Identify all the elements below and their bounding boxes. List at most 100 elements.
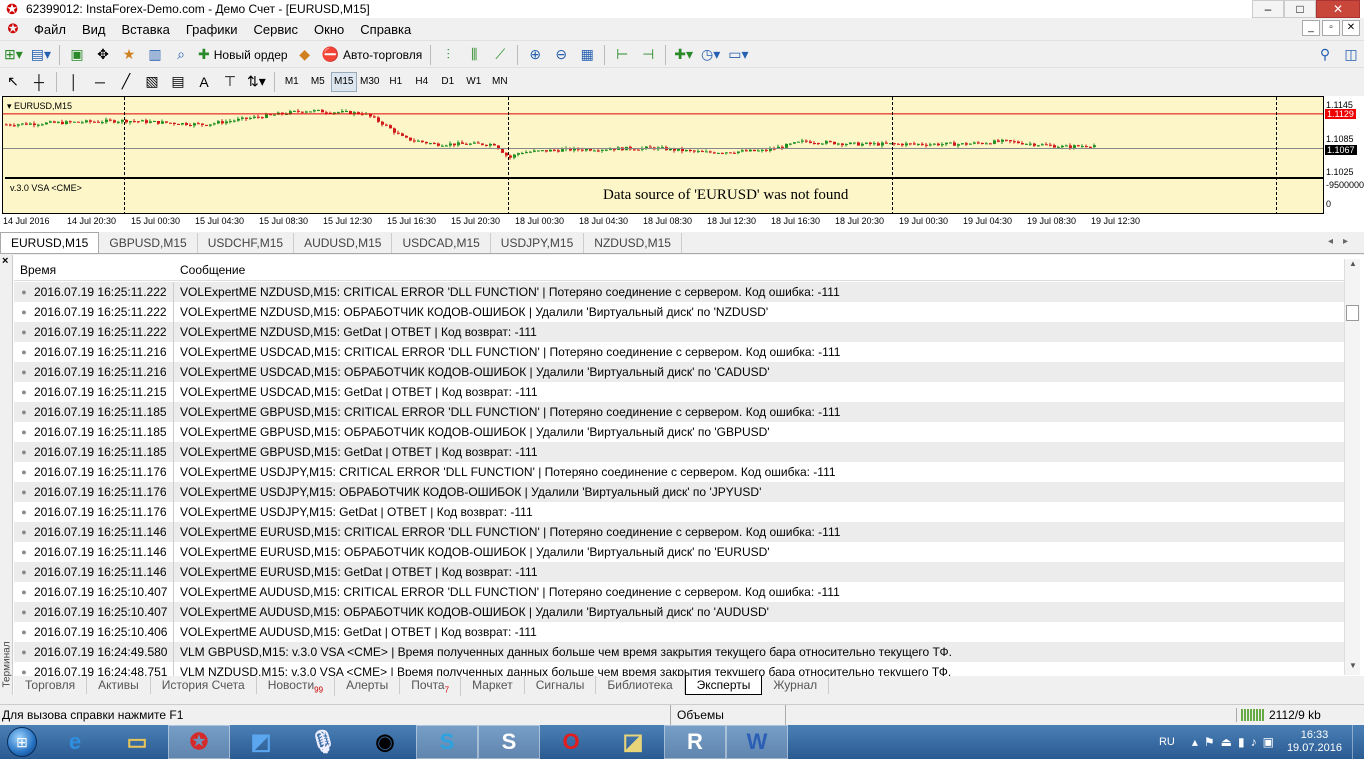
- market-watch-button[interactable]: ▣: [65, 44, 89, 66]
- log-row[interactable]: ● 2016.07.19 16:25:11.222 VOLExpertME NZDU…: [14, 282, 1344, 302]
- status-connection[interactable]: 2112/9 kb: [1236, 708, 1321, 722]
- menu-window[interactable]: Окно: [306, 22, 352, 37]
- text-tool-button[interactable]: A: [192, 71, 216, 93]
- taskbar-app-s[interactable]: S: [478, 725, 540, 759]
- tray-app-icon[interactable]: ▣: [1263, 735, 1274, 749]
- terminal-tab[interactable]: Маркет: [461, 676, 525, 694]
- terminal-tab[interactable]: Активы: [87, 676, 151, 694]
- volume-icon[interactable]: ♪: [1251, 735, 1257, 749]
- menu-help[interactable]: Справка: [352, 22, 419, 37]
- log-row[interactable]: ● 2016.07.19 16:25:10.406 VOLExpertME AUDU…: [14, 622, 1344, 642]
- log-row[interactable]: ● 2016.07.19 16:25:11.185 VOLExpertME GBPU…: [14, 402, 1344, 422]
- chart-shift-button[interactable]: ⊣: [636, 44, 660, 66]
- log-row[interactable]: ● 2016.07.19 16:25:11.222 VOLExpertME NZDU…: [14, 322, 1344, 342]
- terminal-tab[interactable]: Торговля: [14, 676, 88, 694]
- terminal-tab[interactable]: Эксперты: [684, 676, 763, 695]
- terminal-tab[interactable]: Журнал: [762, 676, 830, 694]
- auto-trading-button[interactable]: ⛔ Авто-торговля: [319, 44, 426, 66]
- log-row[interactable]: ● 2016.07.19 16:25:10.407 VOLExpertME AUDU…: [14, 602, 1344, 622]
- timeframe-mn[interactable]: MN: [487, 72, 513, 92]
- menu-insert[interactable]: Вставка: [114, 22, 178, 37]
- log-row[interactable]: ● 2016.07.19 16:25:11.176 VOLExpertME USDJ…: [14, 462, 1344, 482]
- chart-tab-audusd[interactable]: AUDUSD,M15: [294, 233, 393, 253]
- terminal-tab[interactable]: Новости99: [257, 676, 336, 697]
- data-window-button[interactable]: ✥: [91, 44, 115, 66]
- column-header-message[interactable]: Сообщение: [174, 263, 245, 277]
- search-button[interactable]: ⚲: [1313, 44, 1337, 66]
- scroll-thumb[interactable]: [1346, 305, 1359, 321]
- strategy-tester-button[interactable]: ⌕: [169, 44, 193, 66]
- taskbar-app-dark[interactable]: ◉: [354, 725, 416, 759]
- mdi-restore-button[interactable]: ▫: [1322, 20, 1340, 36]
- menu-file[interactable]: Файл: [26, 22, 74, 37]
- chart-tab-eurusd[interactable]: EURUSD,M15: [0, 232, 100, 253]
- menu-view[interactable]: Вид: [74, 22, 114, 37]
- log-row[interactable]: ● 2016.07.19 16:25:11.185 VOLExpertME GBPU…: [14, 442, 1344, 462]
- document-icon[interactable]: ✪: [4, 21, 22, 37]
- log-row[interactable]: ● 2016.07.19 16:25:10.407 VOLExpertME AUDU…: [14, 582, 1344, 602]
- tile-windows-button[interactable]: ▦: [575, 44, 599, 66]
- chart-tab-usdchf[interactable]: USDCHF,M15: [198, 233, 295, 253]
- chart-tab-usdjpy[interactable]: USDJPY,M15: [491, 233, 585, 253]
- crosshair-button[interactable]: ┼: [27, 71, 51, 93]
- language-indicator[interactable]: RU: [1159, 736, 1175, 748]
- network-icon[interactable]: ▮: [1238, 735, 1245, 749]
- taskbar-metatrader[interactable]: ✪: [168, 725, 230, 759]
- zoom-in-button[interactable]: ⊕: [523, 44, 547, 66]
- action-center-icon[interactable]: ⚑: [1204, 735, 1215, 749]
- chart-tab-scroll-arrows[interactable]: ◂▸: [1328, 236, 1358, 247]
- system-clock[interactable]: 16:33 19.07.2016: [1287, 729, 1342, 755]
- taskbar-notes[interactable]: ◪: [602, 725, 664, 759]
- terminal-tab[interactable]: Сигналы: [525, 676, 597, 694]
- bar-chart-button[interactable]: ⫶: [436, 44, 460, 66]
- log-row[interactable]: ● 2016.07.19 16:25:11.146 VOLExpertME EURU…: [14, 542, 1344, 562]
- taskbar-app-blue[interactable]: ◩: [230, 725, 292, 759]
- taskbar-word[interactable]: W: [726, 725, 788, 759]
- zoom-out-button[interactable]: ⊖: [549, 44, 573, 66]
- candlestick-button[interactable]: ⫼: [462, 44, 486, 66]
- timeframe-m1[interactable]: M1: [279, 72, 305, 92]
- terminal-tab[interactable]: Библиотека: [596, 676, 685, 694]
- taskbar-explorer[interactable]: ▭: [106, 725, 168, 759]
- timeframe-h4[interactable]: H4: [409, 72, 435, 92]
- log-row[interactable]: ● 2016.07.19 16:25:11.176 VOLExpertME USDJ…: [14, 502, 1344, 522]
- log-row[interactable]: ● 2016.07.19 16:25:11.176 VOLExpertME USDJ…: [14, 482, 1344, 502]
- scroll-up-icon[interactable]: ▲: [1345, 259, 1361, 273]
- vertical-line-button[interactable]: │: [62, 71, 86, 93]
- chat-button[interactable]: ◫: [1339, 44, 1363, 66]
- chart-tab-gbpusd[interactable]: GBPUSD,M15: [99, 233, 198, 253]
- terminal-tab[interactable]: Почта7: [400, 676, 462, 697]
- trendline-button[interactable]: ╱: [114, 71, 138, 93]
- horizontal-line-button[interactable]: ─: [88, 71, 112, 93]
- timeframe-m30[interactable]: M30: [357, 72, 383, 92]
- scroll-down-icon[interactable]: ▼: [1345, 661, 1361, 675]
- taskbar-skype[interactable]: S: [416, 725, 478, 759]
- line-chart-button[interactable]: ⟋: [488, 44, 512, 66]
- timeframe-d1[interactable]: D1: [435, 72, 461, 92]
- close-button[interactable]: ✕: [1316, 0, 1360, 18]
- taskbar-ie[interactable]: e: [44, 725, 106, 759]
- log-row[interactable]: ● 2016.07.19 16:24:49.580 VLM GBPUSD,M15: …: [14, 642, 1344, 662]
- status-profile[interactable]: Объемы: [670, 705, 770, 725]
- taskbar-opera[interactable]: O: [540, 725, 602, 759]
- log-row[interactable]: ● 2016.07.19 16:25:11.215 VOLExpertME USDC…: [14, 382, 1344, 402]
- log-row[interactable]: ● 2016.07.19 16:25:11.146 VOLExpertME EURU…: [14, 562, 1344, 582]
- tray-expand-icon[interactable]: ▴: [1192, 735, 1198, 749]
- metaeditor-button[interactable]: ◆: [293, 44, 317, 66]
- start-button[interactable]: ⊞: [0, 725, 44, 759]
- close-terminal-icon[interactable]: ×: [2, 255, 8, 267]
- mdi-close-button[interactable]: ✕: [1342, 20, 1360, 36]
- timeframe-m5[interactable]: M5: [305, 72, 331, 92]
- timeframe-h1[interactable]: H1: [383, 72, 409, 92]
- timeframe-m15[interactable]: M15: [330, 71, 357, 92]
- minimize-button[interactable]: –: [1252, 0, 1284, 18]
- indicators-button[interactable]: ✚▾: [671, 44, 696, 66]
- templates-button[interactable]: ▭▾: [725, 44, 751, 66]
- maximize-button[interactable]: □: [1284, 0, 1316, 18]
- arrows-button[interactable]: ⇅▾: [244, 71, 269, 93]
- safely-remove-icon[interactable]: ⏏: [1221, 735, 1232, 749]
- cursor-button[interactable]: ↖: [1, 71, 25, 93]
- log-row[interactable]: ● 2016.07.19 16:25:11.146 VOLExpertME EURU…: [14, 522, 1344, 542]
- terminal-tab[interactable]: Алерты: [335, 676, 401, 694]
- column-header-time[interactable]: Время: [14, 263, 174, 277]
